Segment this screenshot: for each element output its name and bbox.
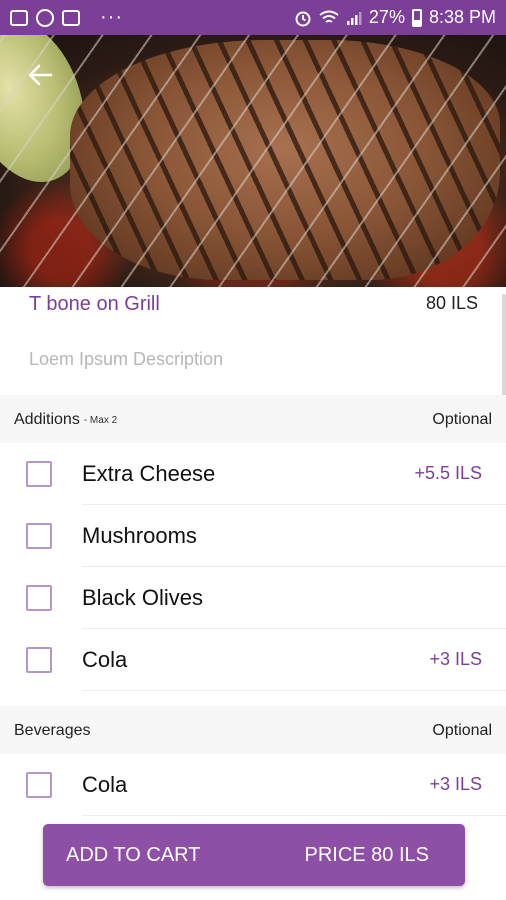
option-price: +5.5 ILS xyxy=(414,463,482,483)
additions-title: Additions xyxy=(14,411,80,428)
more-notifications-icon: ··· xyxy=(100,6,123,28)
option-mushrooms[interactable]: Mushrooms xyxy=(0,505,506,567)
alarm-icon xyxy=(295,11,311,26)
additions-header: Additions - Max 2 Optional xyxy=(0,395,506,445)
dish-photo xyxy=(0,35,506,287)
checkbox[interactable] xyxy=(26,772,52,798)
option-cola[interactable]: Cola +3 ILS xyxy=(0,629,506,691)
divider xyxy=(82,690,506,691)
additions-max: - Max 2 xyxy=(83,414,118,426)
additions-optional: Optional xyxy=(432,411,492,428)
image-icon xyxy=(10,9,28,26)
battery-percent: 27% xyxy=(368,7,405,27)
option-label: Cola xyxy=(82,647,128,672)
item-description: Loem Ipsum Description xyxy=(29,349,224,369)
beverages-optional: Optional xyxy=(432,722,492,739)
option-label: Mushrooms xyxy=(82,523,197,548)
divider xyxy=(82,815,506,816)
item-title: T bone on Grill xyxy=(29,293,160,315)
messenger-icon xyxy=(36,8,54,27)
clock: 8:38 PM xyxy=(428,7,496,27)
option-label: Black Olives xyxy=(82,585,204,610)
checkbox[interactable] xyxy=(26,647,52,673)
checkbox[interactable] xyxy=(26,523,52,549)
back-button[interactable] xyxy=(22,57,58,93)
item-info: T bone on Grill 80 ILS Loem Ipsum Descri… xyxy=(0,287,506,395)
checkbox[interactable] xyxy=(26,461,52,487)
item-price: 80 ILS xyxy=(425,293,478,313)
option-price: +3 ILS xyxy=(429,774,482,794)
battery-icon xyxy=(411,8,422,27)
beverages-title: Beverages xyxy=(14,722,91,739)
status-icons-left: ··· xyxy=(10,6,123,29)
wifi-icon xyxy=(319,10,339,23)
status-bar: ··· 27% 8:38 PM xyxy=(0,0,506,35)
add-to-cart-label: ADD TO CART xyxy=(66,843,201,866)
option-beverage-cola[interactable]: Cola +3 ILS xyxy=(0,754,506,816)
grill-grate xyxy=(0,35,506,287)
cart-price-label: PRICE 80 ILS xyxy=(304,843,429,866)
mail-icon xyxy=(62,9,80,26)
option-extra-cheese[interactable]: Extra Cheese +5.5 ILS xyxy=(0,443,506,505)
status-icons-right: 27% 8:38 PM xyxy=(294,7,496,28)
beverages-header: Beverages Optional xyxy=(0,706,506,756)
option-black-olives[interactable]: Black Olives xyxy=(0,567,506,629)
add-to-cart-button[interactable]: ADD TO CART PRICE 80 ILS xyxy=(43,824,465,886)
checkbox[interactable] xyxy=(26,585,52,611)
option-label: Extra Cheese xyxy=(82,461,216,486)
arrow-back-icon xyxy=(28,64,53,86)
signal-icon xyxy=(346,11,362,25)
option-label: Cola xyxy=(82,772,128,797)
option-price: +3 ILS xyxy=(429,649,482,669)
